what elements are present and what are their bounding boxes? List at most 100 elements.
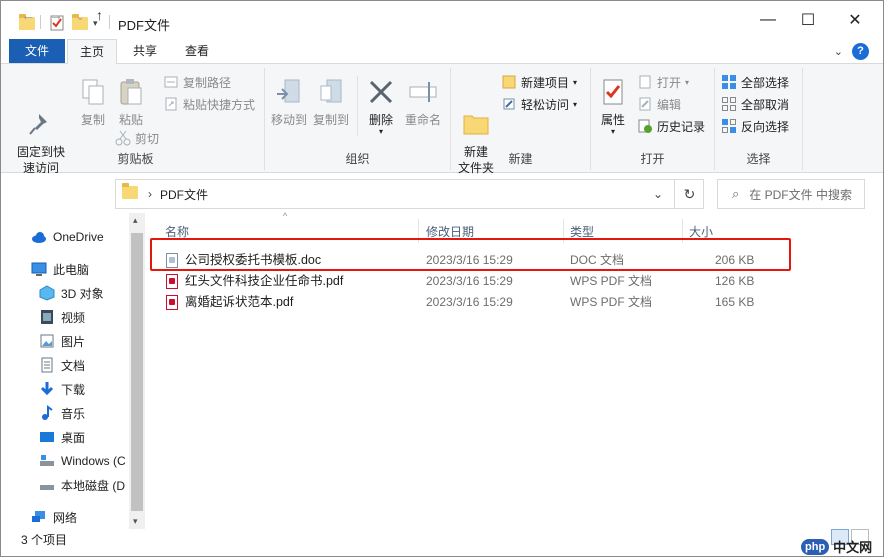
properties-icon — [597, 76, 629, 108]
close-button[interactable]: ✕ — [832, 1, 878, 39]
file-size: 126 KB — [715, 274, 755, 288]
nav-item-videos[interactable]: 视频 — [39, 305, 167, 329]
maximize-button[interactable]: ☐ — [785, 1, 831, 39]
watermark-text: 中文网 — [833, 540, 873, 555]
new-group-label: 新建 — [508, 152, 533, 166]
nav-item-pictures[interactable]: 图片 — [39, 329, 167, 353]
delete-label: 删除 — [368, 113, 393, 127]
scroll-up-icon[interactable]: ▴ — [133, 215, 138, 226]
title-bar: ▾ PDF文件 — ☐ ✕ — [1, 1, 883, 39]
address-bar[interactable]: › PDF文件 ⌄ — [115, 179, 704, 209]
select-none-icon — [721, 96, 737, 112]
copy-to-icon — [315, 76, 347, 108]
address-dropdown-icon[interactable]: ⌄ — [653, 187, 663, 201]
paste-shortcut-label: 粘贴快捷方式 — [183, 97, 256, 112]
pdf-file-icon — [166, 295, 178, 310]
easy-access-button[interactable]: 轻松访问 ▾ — [501, 94, 577, 114]
tab-file[interactable]: 文件 — [9, 39, 65, 63]
refresh-icon[interactable]: ↻ — [674, 179, 704, 209]
highlight-annotation — [150, 238, 791, 271]
nav-item-local-disk-d[interactable]: 本地磁盘 (D — [39, 473, 129, 497]
nav-label: Windows (C — [61, 454, 126, 468]
copy-button[interactable]: 复制 — [73, 76, 113, 128]
delete-button[interactable]: 删除 ▾ — [361, 76, 401, 136]
file-row[interactable]: 红头文件科技企业任命书.pdf 2023/3/16 15:29 WPS PDF … — [149, 270, 779, 292]
forward-arrow-icon[interactable]: → — [49, 7, 63, 23]
scroll-down-icon[interactable]: ▾ — [133, 516, 138, 527]
nav-item-3d-objects[interactable]: 3D 对象 — [39, 281, 167, 305]
copy-path-button[interactable]: 复制路径 — [163, 72, 231, 92]
cube-icon — [39, 285, 55, 301]
nav-label: 音乐 — [61, 406, 86, 421]
edit-pencil-icon — [637, 96, 653, 112]
tab-view[interactable]: 查看 — [173, 39, 221, 63]
drive-icon — [39, 477, 55, 493]
file-date: 2023/3/16 15:29 — [426, 274, 513, 288]
delete-dropdown-icon[interactable]: ▾ — [361, 128, 401, 136]
watermark-logo: php — [801, 538, 830, 555]
paste-label: 粘贴 — [118, 113, 143, 127]
select-none-button[interactable]: 全部取消 — [721, 94, 789, 114]
invert-selection-label: 反向选择 — [741, 119, 790, 134]
network-icon — [31, 509, 47, 525]
scrollbar-thumb[interactable] — [131, 233, 143, 511]
properties-label: 属性 — [600, 113, 625, 127]
open-button[interactable]: 打开 ▾ — [637, 72, 689, 92]
cut-button[interactable]: 剪切 — [115, 128, 159, 148]
paste-shortcut-icon — [163, 96, 179, 112]
file-size: 165 KB — [715, 295, 755, 309]
paste-button[interactable]: 粘贴 — [111, 76, 151, 128]
nav-label: OneDrive — [53, 230, 104, 244]
move-to-button[interactable]: 移动到 — [269, 76, 309, 128]
recent-locations-icon[interactable]: ⌄ — [76, 12, 84, 23]
document-icon — [39, 357, 55, 373]
history-button[interactable]: 历史记录 — [637, 116, 705, 136]
nav-item-windows-c[interactable]: Windows (C — [39, 449, 129, 473]
file-row[interactable]: 离婚起诉状范本.pdf 2023/3/16 15:29 WPS PDF 文档 1… — [149, 291, 779, 313]
ribbon-expand-icon[interactable]: ⌄ — [834, 45, 843, 58]
nav-label: 图片 — [61, 334, 86, 349]
edit-button[interactable]: 编辑 — [637, 94, 681, 114]
video-icon — [39, 309, 55, 325]
new-item-button[interactable]: 新建项目 ▾ — [501, 72, 577, 92]
select-all-button[interactable]: 全部选择 — [721, 72, 789, 92]
copy-to-button[interactable]: 复制到 — [311, 76, 351, 128]
tab-share[interactable]: 共享 — [121, 39, 169, 63]
select-group: 全部选择 全部取消 反向选择 选择 — [715, 68, 803, 170]
address-folder-icon — [122, 183, 138, 202]
paste-icon — [115, 76, 147, 108]
window-title: PDF文件 — [118, 18, 171, 33]
nav-label: 文档 — [61, 358, 86, 373]
nav-label: 下载 — [61, 382, 86, 397]
back-arrow-icon[interactable]: ← — [21, 7, 35, 23]
paste-shortcut-button[interactable]: 粘贴快捷方式 — [163, 94, 255, 114]
copy-label: 复制 — [80, 113, 105, 127]
open-label: 打开 — [657, 75, 682, 90]
breadcrumb-current[interactable]: PDF文件 — [160, 186, 208, 203]
search-box[interactable]: ⌕ 在 PDF文件 中搜索 — [717, 179, 865, 209]
file-type: WPS PDF 文档 — [570, 274, 653, 288]
properties-dropdown-icon[interactable]: ▾ — [593, 128, 633, 136]
rename-button[interactable]: 重命名 — [401, 76, 445, 128]
clipboard-group: 固定到快 速访问 复制 粘贴 复制路径 粘贴快捷方式 剪切 剪贴板 — [7, 68, 265, 175]
nav-item-music[interactable]: 音乐 — [39, 401, 167, 425]
computer-icon — [31, 261, 47, 277]
nav-scrollbar[interactable]: ▴ ▾ — [129, 213, 145, 529]
copy-to-label: 复制到 — [312, 113, 349, 127]
nav-item-documents[interactable]: 文档 — [39, 353, 167, 377]
cut-label: 剪切 — [135, 131, 160, 146]
tab-home[interactable]: 主页 — [67, 39, 118, 64]
open-dropdown-icon: ▾ — [685, 77, 690, 87]
pdf-file-icon — [166, 274, 178, 289]
nav-item-desktop[interactable]: 桌面 — [39, 425, 167, 449]
new-group: 新建 文件夹 新建项目 ▾ 轻松访问 ▾ 新建 — [451, 68, 591, 175]
nav-item-downloads[interactable]: 下载 — [39, 377, 167, 401]
help-icon[interactable]: ? — [852, 43, 869, 60]
invert-selection-button[interactable]: 反向选择 — [721, 116, 789, 136]
scissors-icon — [115, 130, 131, 146]
navigation-pane: OneDrive 此电脑 3D 对象 视频 图片 文档 下载 音乐 桌面 Win… — [1, 213, 146, 529]
up-arrow-icon[interactable]: ↑ — [96, 7, 103, 23]
select-none-label: 全部取消 — [741, 97, 790, 112]
properties-button[interactable]: 属性 ▾ — [593, 76, 633, 136]
pin-icon — [25, 92, 57, 135]
